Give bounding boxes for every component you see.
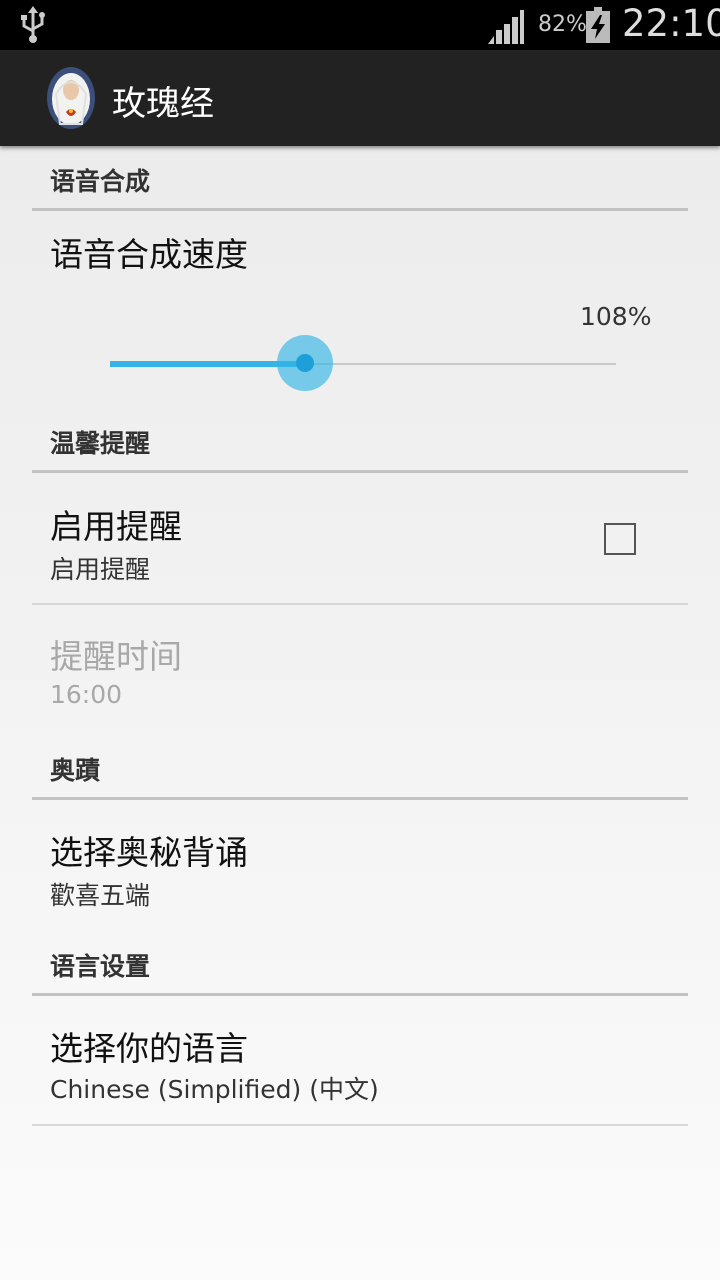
- pref-summary: 16:00: [50, 680, 123, 709]
- speed-slider[interactable]: [110, 335, 616, 391]
- enable-reminder-checkbox[interactable]: [604, 523, 636, 555]
- category-tts: 语音合成: [32, 146, 688, 211]
- pref-title: 语音合成速度: [50, 235, 248, 274]
- category-mysteries: 奥蹟: [32, 735, 688, 800]
- divider: [32, 1124, 688, 1126]
- pref-title: 提醒时间: [50, 637, 182, 676]
- category-header: 语音合成: [50, 167, 151, 196]
- pref-summary: 启用提醒: [50, 555, 151, 584]
- category-header: 语言设置: [50, 952, 151, 981]
- seek-value: 108%: [580, 302, 652, 331]
- battery-percent: 82%: [538, 12, 587, 37]
- pref-summary: 歡喜五端: [50, 881, 151, 910]
- category-header: 温馨提醒: [50, 429, 151, 458]
- slider-thumb[interactable]: [296, 354, 314, 372]
- pref-summary: Chinese (Simplified) (中文): [50, 1075, 379, 1104]
- pref-title: 选择奥秘背诵: [50, 833, 248, 872]
- usb-icon: [18, 6, 48, 48]
- divider: [32, 603, 688, 605]
- slider-fill: [110, 361, 305, 367]
- battery-charging-icon: [586, 7, 610, 47]
- category-language: 语言设置: [32, 932, 688, 996]
- pref-title: 启用提醒: [50, 507, 182, 546]
- category-reminder: 温馨提醒: [32, 410, 688, 473]
- app-title: 玫瑰经: [112, 84, 214, 124]
- status-bar: 82% 22:10: [0, 0, 720, 50]
- action-bar: 玫瑰经: [0, 50, 720, 146]
- signal-icon: [488, 10, 524, 48]
- clock: 22:10: [622, 2, 720, 45]
- madonna-app-icon[interactable]: [46, 66, 96, 130]
- pref-title: 选择你的语言: [50, 1029, 248, 1068]
- category-header: 奥蹟: [50, 756, 101, 785]
